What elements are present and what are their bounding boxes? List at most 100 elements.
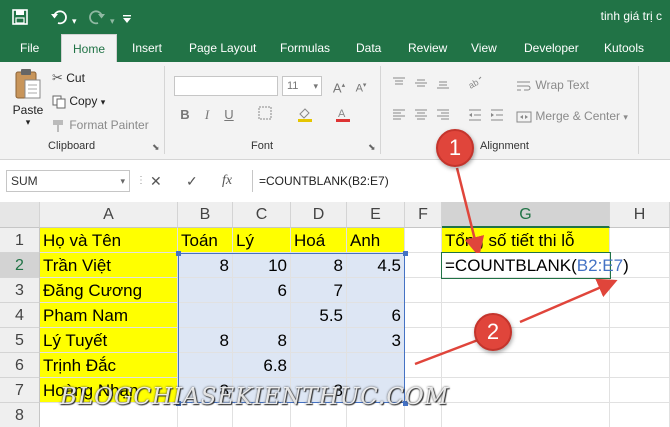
formula-input[interactable]: =COUNTBLANK(B2:E7) xyxy=(252,170,670,192)
score-cell[interactable] xyxy=(233,303,291,328)
row-header-8[interactable]: 8 xyxy=(0,403,40,427)
tab-page-layout[interactable]: Page Layout xyxy=(185,34,260,62)
cell[interactable] xyxy=(405,228,442,253)
formula-cell[interactable]: =COUNTBLANK(B2:E7) xyxy=(442,253,629,278)
increase-font-icon[interactable]: A▴ xyxy=(330,77,348,95)
cell[interactable] xyxy=(610,378,670,403)
font-size-combo[interactable]: 11 ▾ xyxy=(282,76,322,96)
cancel-icon[interactable]: ✕ xyxy=(150,170,162,192)
row-header-3[interactable]: 3 xyxy=(0,278,40,303)
cell[interactable] xyxy=(610,403,670,427)
score-cell[interactable]: 3 xyxy=(347,328,405,353)
tab-kutools[interactable]: Kutools xyxy=(600,34,648,62)
score-cell[interactable]: 6 xyxy=(233,278,291,303)
score-cell[interactable] xyxy=(347,278,405,303)
format-painter-button[interactable]: Format Painter xyxy=(52,118,149,133)
font-color-icon[interactable]: A xyxy=(334,106,352,124)
cell[interactable] xyxy=(405,303,442,328)
cut-button[interactable]: ✂ Cut xyxy=(52,70,85,86)
redo-dropdown-icon[interactable]: ▾ xyxy=(110,12,115,30)
column-header-g[interactable]: G xyxy=(442,202,610,228)
undo-dropdown-icon[interactable]: ▾ xyxy=(72,12,77,30)
student-name-cell[interactable]: Pham Nam xyxy=(40,303,178,328)
cell[interactable] xyxy=(405,278,442,303)
score-cell[interactable]: 4.5 xyxy=(347,253,405,278)
score-cell[interactable]: 6.8 xyxy=(233,353,291,378)
italic-icon[interactable]: I xyxy=(198,106,216,124)
column-header-c[interactable]: C xyxy=(233,202,291,228)
cell[interactable] xyxy=(610,278,670,303)
column-header-d[interactable]: D xyxy=(291,202,347,228)
score-cell[interactable] xyxy=(291,353,347,378)
count-label-cell[interactable]: Tổng số tiết thi lỗ xyxy=(442,228,610,253)
fill-color-icon[interactable] xyxy=(296,106,314,124)
undo-icon[interactable] xyxy=(50,8,68,26)
cell[interactable] xyxy=(442,303,610,328)
column-header-h[interactable]: H xyxy=(610,202,670,228)
decrease-indent-icon[interactable] xyxy=(466,108,484,126)
column-title-cell[interactable]: Anh xyxy=(347,228,405,253)
paste-dropdown-icon[interactable]: ▾ xyxy=(8,117,48,128)
tab-view[interactable]: View xyxy=(467,34,501,62)
score-cell[interactable]: 7 xyxy=(291,278,347,303)
merge-dropdown-icon[interactable]: ▾ xyxy=(623,112,628,122)
tab-review[interactable]: Review xyxy=(404,34,451,62)
align-right-icon[interactable] xyxy=(434,108,452,126)
tab-insert[interactable]: Insert xyxy=(128,34,166,62)
cell[interactable] xyxy=(442,278,610,303)
bold-icon[interactable]: B xyxy=(176,106,194,124)
borders-icon[interactable] xyxy=(256,106,274,124)
decrease-font-icon[interactable]: A▾ xyxy=(352,77,370,95)
score-cell[interactable]: 10 xyxy=(233,253,291,278)
tab-home[interactable]: Home xyxy=(61,34,117,62)
cell[interactable] xyxy=(405,353,442,378)
column-title-cell[interactable]: Hoá xyxy=(291,228,347,253)
clipboard-launcher-icon[interactable]: ⬊ xyxy=(152,142,160,153)
score-cell[interactable]: 6 xyxy=(347,303,405,328)
select-all-corner[interactable] xyxy=(0,202,40,228)
increase-indent-icon[interactable] xyxy=(488,108,506,126)
row-header-5[interactable]: 5 xyxy=(0,328,40,353)
score-cell[interactable]: 8 xyxy=(178,328,233,353)
redo-icon[interactable] xyxy=(88,8,106,26)
score-cell[interactable]: 8 xyxy=(291,253,347,278)
student-name-cell[interactable]: Đăng Cương xyxy=(40,278,178,303)
customize-quick-access-icon[interactable] xyxy=(122,11,132,29)
merge-center-button[interactable]: Merge & Center ▾ xyxy=(516,109,628,124)
cell[interactable] xyxy=(442,328,610,353)
column-header-b[interactable]: B xyxy=(178,202,233,228)
cell[interactable] xyxy=(442,378,610,403)
enter-icon[interactable]: ✓ xyxy=(186,170,198,192)
score-cell[interactable] xyxy=(178,353,233,378)
student-name-cell[interactable]: Lý Tuyết xyxy=(40,328,178,353)
score-cell[interactable] xyxy=(178,303,233,328)
row-header-6[interactable]: 6 xyxy=(0,353,40,378)
cell[interactable] xyxy=(442,403,610,427)
cell[interactable] xyxy=(610,303,670,328)
score-cell[interactable]: 8 xyxy=(233,328,291,353)
align-top-icon[interactable] xyxy=(390,76,408,94)
align-bottom-icon[interactable] xyxy=(434,76,452,94)
tab-data[interactable]: Data xyxy=(352,34,385,62)
copy-button[interactable]: Copy ▾ xyxy=(52,94,105,109)
row-header-4[interactable]: 4 xyxy=(0,303,40,328)
copy-dropdown-icon[interactable]: ▾ xyxy=(101,97,106,107)
cell[interactable] xyxy=(405,328,442,353)
student-name-cell[interactable]: Trịnh Đắc xyxy=(40,353,178,378)
align-middle-icon[interactable] xyxy=(412,76,430,94)
name-box[interactable]: SUM ▾ xyxy=(6,170,130,192)
underline-icon[interactable]: U xyxy=(220,106,238,124)
wrap-text-button[interactable]: Wrap Text xyxy=(516,78,589,93)
orientation-icon[interactable]: ab xyxy=(466,76,484,94)
column-title-cell[interactable]: Họ và Tên xyxy=(40,228,178,253)
tab-developer[interactable]: Developer xyxy=(520,34,583,62)
cell[interactable] xyxy=(405,253,442,278)
score-cell[interactable] xyxy=(291,328,347,353)
column-header-e[interactable]: E xyxy=(347,202,405,228)
row-header-7[interactable]: 7 xyxy=(0,378,40,403)
student-name-cell[interactable]: Trần Việt xyxy=(40,253,178,278)
score-cell[interactable] xyxy=(178,278,233,303)
cell[interactable] xyxy=(610,228,670,253)
font-launcher-icon[interactable]: ⬊ xyxy=(368,142,376,153)
row-header-2[interactable]: 2 xyxy=(0,253,40,278)
